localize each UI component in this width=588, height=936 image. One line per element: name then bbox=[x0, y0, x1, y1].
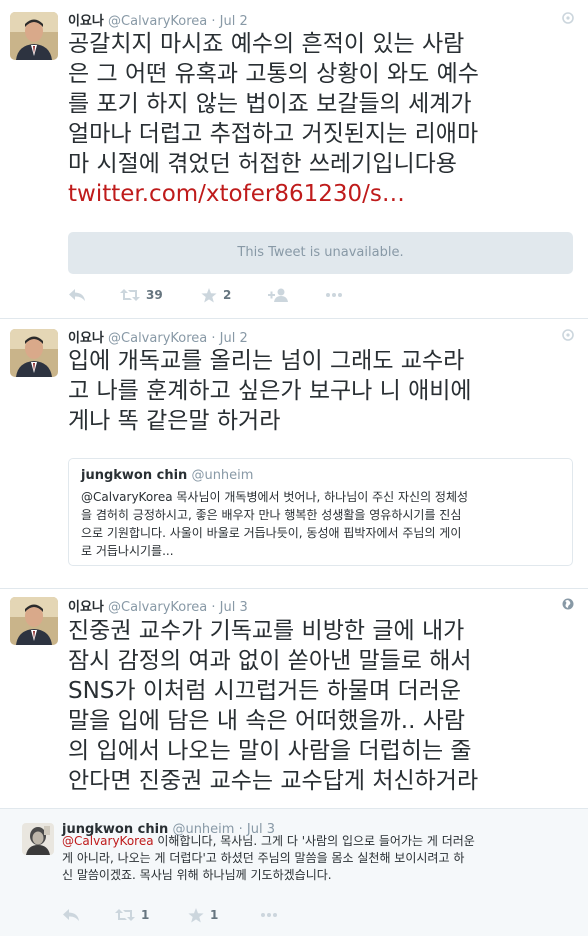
retweet-count: 39 bbox=[146, 288, 163, 302]
tweet-text-line: 게나 똑 같은말 하거라 bbox=[68, 408, 281, 434]
retweet-icon bbox=[115, 909, 135, 921]
retweet-button[interactable]: 39 bbox=[120, 285, 163, 305]
tweet-text-line: SNS가 이처럼 시끄럽거든 하물며 더러운 bbox=[68, 678, 462, 704]
mention-link[interactable]: @CalvaryKorea bbox=[62, 834, 154, 848]
quoted-tweet-header: jungkwon chin @unheim bbox=[81, 468, 560, 483]
quoted-tweet-text: @CalvaryKorea 목사님이 개독병에서 벗어나, 하나님이 주신 자신… bbox=[81, 488, 560, 560]
reply-text-line: 게 아니라, 나오는 게 더럽다'고 하셨던 주님의 말씀을 몸소 실천해 보이… bbox=[62, 851, 465, 865]
reply-icon bbox=[69, 289, 85, 301]
display-name[interactable]: 이요나 bbox=[68, 600, 104, 615]
favorite-button[interactable]: 1 bbox=[188, 905, 218, 925]
display-name[interactable]: 이요나 bbox=[68, 331, 104, 346]
reply-button[interactable] bbox=[68, 285, 86, 305]
follow-icon bbox=[268, 288, 288, 302]
username[interactable]: @CalvaryKorea bbox=[108, 600, 207, 615]
favorite-count: 2 bbox=[223, 288, 232, 302]
quoted-username: @unheim bbox=[191, 468, 254, 483]
star-icon bbox=[188, 907, 204, 922]
tweet-text-line: 진중권 교수가 기독교를 비방한 글에 내가 bbox=[68, 618, 465, 644]
tweet-text: 공갈치지 마시죠 예수의 흔적이 있는 사람 은 그 어떤 유혹과 고통의 상황… bbox=[68, 29, 580, 209]
separator-dot: · bbox=[211, 600, 216, 615]
follow-button[interactable] bbox=[268, 285, 288, 305]
timestamp[interactable]: Jul 3 bbox=[220, 600, 248, 615]
tweet-text-line: 마 시절에 겪었던 허접한 쓰레기입니다용 bbox=[68, 151, 457, 177]
tweet-text: 진중권 교수가 기독교를 비방한 글에 내가 잠시 감정의 여과 없이 쏟아낸 … bbox=[68, 616, 580, 796]
quoted-text-line: 으로 기원합니다. 사울이 바울로 거듭나듯이, 동성애 핍박자에서 주님의 게… bbox=[81, 526, 462, 540]
retweet-icon bbox=[120, 289, 140, 301]
unavailable-tweet-card: This Tweet is unavailable. bbox=[68, 232, 573, 274]
more-icon bbox=[261, 913, 277, 917]
avatar[interactable] bbox=[10, 329, 58, 377]
conversation-icon[interactable] bbox=[562, 329, 574, 341]
tweet-text-line: 말을 입에 담은 내 속은 어떠했을까.. 사람 bbox=[68, 708, 466, 734]
reply-button[interactable] bbox=[62, 905, 80, 925]
tweet-text-line: 은 그 어떤 유혹과 고통의 상황이 와도 예수 bbox=[68, 61, 479, 87]
tweet-header: 이요나 @CalvaryKorea · Jul 2 bbox=[68, 10, 248, 29]
tweet-text-line: 잠시 감정의 여과 없이 쏟아낸 말들로 해서 bbox=[68, 648, 472, 674]
reply-text: @CalvaryKorea 이해합니다, 목사님. 그게 다 '사람의 입으로 … bbox=[62, 833, 572, 884]
quoted-text-line: 로 거듭나시기를... bbox=[81, 544, 174, 558]
reply-actions: 1 1 bbox=[62, 905, 302, 925]
quoted-display-name: jungkwon chin bbox=[81, 468, 188, 483]
tweet-text-line: 고 나를 훈계하고 싶은가 보구나 니 애비에 bbox=[68, 378, 472, 404]
tweet-text-line: 입에 개독교를 올리는 넘이 그래도 교수라 bbox=[68, 348, 465, 374]
reply-text-segment: 이해합니다, 목사님. 그게 다 '사람의 입으로 들어가는 게 더러운 bbox=[153, 834, 475, 848]
reply-avatar[interactable] bbox=[22, 823, 54, 855]
favorite-button[interactable]: 2 bbox=[201, 285, 231, 305]
quoted-tweet[interactable]: jungkwon chin @unheim @CalvaryKorea 목사님이… bbox=[68, 458, 573, 566]
star-icon bbox=[201, 287, 217, 302]
reply-tweet[interactable]: jungkwon chin @unheim · Jul 3 @CalvaryKo… bbox=[0, 808, 588, 936]
timestamp[interactable]: Jul 2 bbox=[220, 331, 248, 346]
tweet-header: 이요나 @CalvaryKorea · Jul 2 bbox=[68, 327, 248, 346]
tweet-text-line: 안다면 진중권 교수는 교수답게 처신하거라 bbox=[68, 768, 479, 794]
tweet-text-line: 의 입에서 나오는 말이 사람을 더럽히는 줄 bbox=[68, 738, 472, 764]
tweet-actions: 39 2 bbox=[68, 285, 368, 305]
tweet-text-line: 공갈치지 마시죠 예수의 흔적이 있는 사람 bbox=[68, 31, 465, 57]
tweet-text-line: 를 포기 하지 않는 법이죠 보갈들의 세계가 bbox=[68, 91, 472, 117]
reply-text-line: 신 말씀이겠죠. 목사님 위해 하나님께 기도하겠습니다. bbox=[62, 868, 332, 882]
reply-icon bbox=[63, 909, 79, 921]
avatar[interactable] bbox=[10, 12, 58, 60]
globe-icon[interactable] bbox=[562, 598, 574, 610]
more-button[interactable] bbox=[325, 285, 343, 305]
more-button[interactable] bbox=[260, 905, 278, 925]
favorite-count: 1 bbox=[210, 908, 219, 922]
conversation-icon[interactable] bbox=[562, 12, 574, 24]
tweet-link[interactable]: twitter.com/xtofer861230/s… bbox=[68, 179, 580, 209]
tweet-text-line: 얼마나 더럽고 추접하고 거짓된지는 리애마 bbox=[68, 121, 479, 147]
username[interactable]: @CalvaryKorea bbox=[108, 331, 207, 346]
tweet-3[interactable]: 이요나 @CalvaryKorea · Jul 3 진중권 교수가 기독교를 비… bbox=[0, 589, 588, 807]
more-icon bbox=[326, 293, 342, 297]
retweet-count: 1 bbox=[141, 908, 150, 922]
quoted-text-line: @CalvaryKorea 목사님이 개독병에서 벗어나, 하나님이 주신 자신… bbox=[81, 490, 469, 504]
quoted-text-line: 을 겸허히 긍정하시고, 좋은 배우자 만나 행복한 성생활을 영유하시기를 진… bbox=[81, 508, 462, 522]
tweet-1[interactable]: 이요나 @CalvaryKorea · Jul 2 공갈치지 마시죠 예수의 흔… bbox=[0, 0, 588, 316]
separator-dot: · bbox=[211, 331, 216, 346]
separator-dot: · bbox=[211, 14, 216, 29]
tweet-header: 이요나 @CalvaryKorea · Jul 3 bbox=[68, 596, 248, 615]
display-name[interactable]: 이요나 bbox=[68, 14, 104, 29]
reply-text-line: @CalvaryKorea 이해합니다, 목사님. 그게 다 '사람의 입으로 … bbox=[62, 833, 572, 850]
tweet-text: 입에 개독교를 올리는 넘이 그래도 교수라 고 나를 훈계하고 싶은가 보구나… bbox=[68, 346, 580, 436]
timestamp[interactable]: Jul 2 bbox=[220, 14, 248, 29]
username[interactable]: @CalvaryKorea bbox=[108, 14, 207, 29]
avatar[interactable] bbox=[10, 597, 58, 645]
retweet-button[interactable]: 1 bbox=[115, 905, 149, 925]
